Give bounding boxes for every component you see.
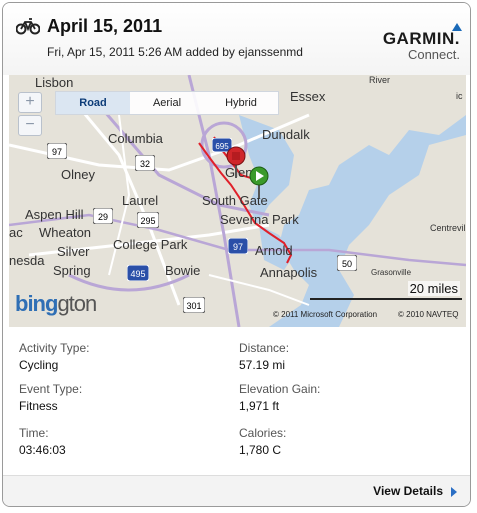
bing-logo-text: bing: [15, 291, 58, 316]
map-type-road[interactable]: Road: [56, 92, 130, 114]
stat-label: Calories:: [239, 426, 287, 440]
highway-shield: 295: [137, 212, 159, 228]
scale-bar: [310, 298, 462, 300]
map-label: College Park: [113, 237, 188, 252]
map-label: ac: [9, 225, 23, 240]
stat-label: Event Type:: [19, 382, 83, 396]
map-label: ic: [456, 91, 463, 101]
bing-logo[interactable]: binggton: [15, 291, 97, 317]
zoom-in-button[interactable]: +: [18, 92, 42, 113]
stat-label: Activity Type:: [19, 341, 90, 355]
stat-value: 1,780 C: [239, 443, 282, 457]
stat-calories: Calories: 1,780 C: [239, 426, 286, 457]
route-map[interactable]: + − Road Aerial Hybrid Lisbon Essex Colu…: [9, 75, 466, 327]
highway-number: 29: [98, 212, 108, 222]
highway-number: 495: [130, 269, 145, 279]
map-label: Olney: [61, 167, 95, 182]
stat-value: Cycling: [19, 358, 59, 372]
zoom-controls: + −: [18, 92, 42, 136]
highway-number: 50: [342, 259, 352, 269]
map-label: Columbia: [108, 131, 163, 146]
highway-number: 295: [140, 216, 155, 226]
card-footer: View Details: [3, 475, 470, 506]
stat-value: 1,971 ft: [239, 399, 280, 413]
activity-title: April 15, 2011: [47, 16, 163, 36]
map-scale: 20 miles: [310, 280, 462, 300]
activity-subtitle: Fri, Apr 15, 2011 5:26 AM added by ejans…: [47, 45, 303, 59]
logo-garmin-text: GARMIN.: [382, 29, 460, 48]
map-label: Silver: [57, 244, 90, 259]
map-label: Laurel: [122, 193, 159, 208]
copyright-navteq: © 2010 NAVTEQ: [398, 310, 459, 319]
scale-label: 20 miles: [407, 281, 460, 296]
map-label: Spring: [53, 263, 91, 278]
map-label: Bowie: [165, 263, 201, 278]
map-type-aerial[interactable]: Aerial: [130, 92, 204, 114]
stat-event-type: Event Type: Fitness: [19, 382, 82, 413]
map-type-hybrid[interactable]: Hybrid: [204, 92, 278, 114]
highway-shield: 97: [47, 143, 67, 159]
highway-shield: 301: [183, 297, 205, 313]
stat-activity-type: Activity Type: Cycling: [19, 341, 89, 372]
start-pin-icon[interactable]: [248, 165, 270, 199]
garmin-connect-logo[interactable]: GARMIN. Connect.: [372, 23, 462, 63]
copyright-microsoft: © 2011 Microsoft Corporation: [273, 310, 378, 319]
bicycle-icon: [16, 18, 40, 35]
end-pin-icon[interactable]: [225, 145, 247, 179]
map-label: Essex: [290, 89, 326, 104]
highway-number: 97: [52, 147, 62, 157]
map-label: Dundalk: [262, 127, 310, 142]
map-type-selector: Road Aerial Hybrid: [55, 91, 279, 115]
stat-distance: Distance: 57.19 mi: [239, 341, 289, 372]
highway-number: 97: [233, 242, 243, 252]
highway-shield: 97: [228, 238, 248, 254]
map-label: Wheaton: [39, 225, 92, 240]
map-label: Severna Park: [220, 212, 299, 227]
logo-connect-text: Connect.: [407, 47, 460, 62]
stat-label: Distance:: [239, 341, 290, 355]
highway-shield: 29: [93, 208, 113, 224]
stat-label: Time:: [19, 426, 49, 440]
view-details-label: View Details: [373, 484, 443, 498]
map-label: Aspen Hill: [25, 207, 84, 222]
map-label: Annapolis: [260, 265, 318, 280]
card-header: April 15, 2011 Fri, Apr 15, 2011 5:26 AM…: [3, 3, 470, 75]
map-label: River: [369, 75, 391, 85]
highway-number: 301: [186, 301, 201, 311]
map-label: Lisbon: [35, 75, 74, 90]
stat-time: Time: 03:46:03: [19, 426, 66, 457]
stat-elevation-gain: Elevation Gain: 1,971 ft: [239, 382, 320, 413]
view-details-link[interactable]: View Details: [373, 484, 457, 498]
highway-shield: 50: [337, 255, 357, 271]
highway-shield: 495: [127, 265, 149, 281]
arrow-right-icon: [451, 486, 457, 497]
zoom-out-button[interactable]: −: [18, 115, 42, 136]
activity-card: April 15, 2011 Fri, Apr 15, 2011 5:26 AM…: [2, 2, 471, 507]
map-label: Centreville: [430, 223, 466, 233]
stat-label: Elevation Gain:: [239, 382, 321, 396]
stat-value: 03:46:03: [19, 443, 66, 457]
map-label: nesda: [9, 253, 45, 268]
activity-stats: Activity Type: Cycling Distance: 57.19 m…: [3, 327, 470, 475]
stat-value: Fitness: [19, 399, 58, 413]
bing-logo-rest: gton: [57, 291, 97, 316]
highway-number: 32: [140, 159, 150, 169]
map-label: Arnold: [255, 243, 293, 258]
highway-shield: 32: [135, 155, 155, 171]
map-label: Grasonville: [371, 268, 412, 277]
stat-value: 57.19 mi: [239, 358, 286, 372]
